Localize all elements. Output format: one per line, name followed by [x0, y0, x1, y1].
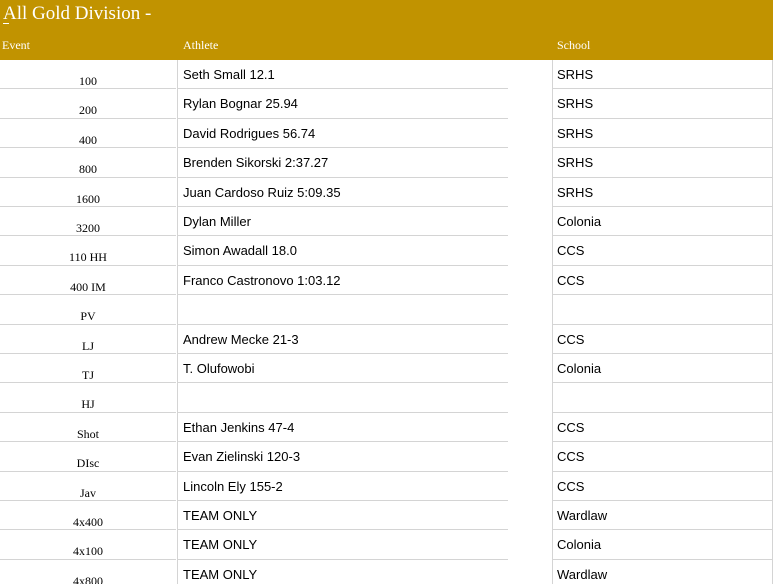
event-cell[interactable]: PV — [0, 295, 176, 325]
event-cell[interactable]: TJ — [0, 354, 176, 384]
school-cell[interactable]: Wardlaw — [552, 559, 773, 584]
table-row: LJ Andrew Mecke 21-3 CCS — [0, 324, 773, 354]
table-row: 800 Brenden Sikorski 2:37.27 SRHS — [0, 148, 773, 178]
athlete-cell[interactable]: Ethan Jenkins 47-4 — [177, 412, 508, 443]
table-row: HJ — [0, 383, 773, 413]
table-row: TJ T. Olufowobi Colonia — [0, 354, 773, 384]
event-cell[interactable]: 4x100 — [0, 530, 176, 560]
event-cell[interactable]: 1600 — [0, 178, 176, 207]
school-cell[interactable]: CCS — [552, 236, 773, 266]
athlete-cell[interactable]: Brenden Sikorski 2:37.27 — [177, 148, 508, 178]
event-cell[interactable]: 200 — [0, 89, 176, 119]
event-cell[interactable]: LJ — [0, 325, 176, 354]
athlete-cell[interactable]: TEAM ONLY — [177, 530, 508, 560]
event-cell[interactable]: DIsc — [0, 442, 176, 472]
school-cell[interactable]: CCS — [552, 442, 773, 472]
table-row: 4x100 TEAM ONLY Colonia — [0, 530, 773, 560]
table-row: DIsc Evan Zielinski 120-3 CCS — [0, 442, 773, 472]
school-cell[interactable]: SRHS — [552, 148, 773, 178]
athlete-cell[interactable]: T. Olufowobi — [177, 354, 508, 384]
school-cell[interactable]: Colonia — [552, 530, 773, 560]
athlete-cell[interactable]: TEAM ONLY — [177, 559, 508, 584]
results-sheet: All Gold Division - Event Athlete School… — [0, 0, 773, 584]
event-cell[interactable]: 4x800 — [0, 560, 176, 584]
event-cell[interactable]: 110 HH — [0, 236, 176, 266]
school-cell[interactable]: SRHS — [552, 118, 773, 149]
athlete-cell[interactable] — [177, 295, 508, 325]
athlete-cell[interactable]: Lincoln Ely 155-2 — [177, 471, 508, 501]
column-header-event: Event — [2, 38, 30, 52]
column-header-athlete: Athlete — [183, 38, 219, 52]
school-cell[interactable]: Wardlaw — [552, 501, 773, 531]
athlete-cell[interactable]: Juan Cardoso Ruiz 5:09.35 — [177, 177, 508, 207]
school-cell[interactable]: CCS — [552, 412, 773, 443]
table-row: Shot Ethan Jenkins 47-4 CCS — [0, 412, 773, 443]
athlete-cell[interactable] — [177, 383, 508, 413]
event-cell[interactable]: 400 IM — [0, 266, 176, 296]
athlete-cell[interactable]: Evan Zielinski 120-3 — [177, 442, 508, 472]
school-cell[interactable] — [552, 383, 773, 413]
athlete-cell[interactable]: Andrew Mecke 21-3 — [177, 324, 508, 354]
division-title: All Gold Division - — [3, 3, 152, 24]
school-cell[interactable]: CCS — [552, 324, 773, 354]
school-cell[interactable]: CCS — [552, 471, 773, 501]
table-row: 400 IM Franco Castronovo 1:03.12 CCS — [0, 265, 773, 296]
athlete-cell[interactable]: TEAM ONLY — [177, 501, 508, 531]
school-cell[interactable] — [552, 295, 773, 325]
athlete-cell[interactable]: Simon Awadall 18.0 — [177, 236, 508, 266]
event-cell[interactable]: 3200 — [0, 207, 176, 237]
event-cell[interactable]: 400 — [0, 119, 176, 149]
table-row: 110 HH Simon Awadall 18.0 CCS — [0, 236, 773, 266]
table-row: 1600 Juan Cardoso Ruiz 5:09.35 SRHS — [0, 177, 773, 207]
header-bar: All Gold Division - Event Athlete School — [0, 0, 773, 60]
event-cell[interactable]: HJ — [0, 383, 176, 413]
table-row: 400 David Rodrigues 56.74 SRHS — [0, 118, 773, 149]
table-row: 4x800 TEAM ONLY Wardlaw — [0, 559, 773, 584]
event-cell[interactable]: 800 — [0, 148, 176, 178]
table-row: PV — [0, 295, 773, 325]
school-cell[interactable]: SRHS — [552, 89, 773, 119]
event-cell[interactable]: 100 — [0, 60, 176, 90]
athlete-cell[interactable]: Rylan Bognar 25.94 — [177, 89, 508, 119]
school-cell[interactable]: CCS — [552, 265, 773, 296]
athlete-cell[interactable]: Franco Castronovo 1:03.12 — [177, 265, 508, 296]
table-row: 100 Seth Small 12.1 SRHS — [0, 60, 773, 90]
event-cell[interactable]: Jav — [0, 472, 176, 501]
school-cell[interactable]: Colonia — [552, 354, 773, 384]
table-row: 3200 Dylan Miller Colonia — [0, 207, 773, 237]
table-row: 4x400 TEAM ONLY Wardlaw — [0, 501, 773, 531]
title-underline — [3, 23, 9, 24]
athlete-cell[interactable]: Seth Small 12.1 — [177, 60, 508, 90]
table-row: Jav Lincoln Ely 155-2 CCS — [0, 471, 773, 501]
table-row: 200 Rylan Bognar 25.94 SRHS — [0, 89, 773, 119]
column-header-school: School — [557, 38, 591, 52]
school-cell[interactable]: Colonia — [552, 207, 773, 237]
column-gap — [508, 60, 552, 414]
school-cell[interactable]: SRHS — [552, 177, 773, 207]
event-cell[interactable]: 4x400 — [0, 501, 176, 531]
school-cell[interactable]: SRHS — [552, 60, 773, 90]
athlete-cell[interactable]: David Rodrigues 56.74 — [177, 118, 508, 149]
event-cell[interactable]: Shot — [0, 413, 176, 443]
athlete-cell[interactable]: Dylan Miller — [177, 207, 508, 237]
